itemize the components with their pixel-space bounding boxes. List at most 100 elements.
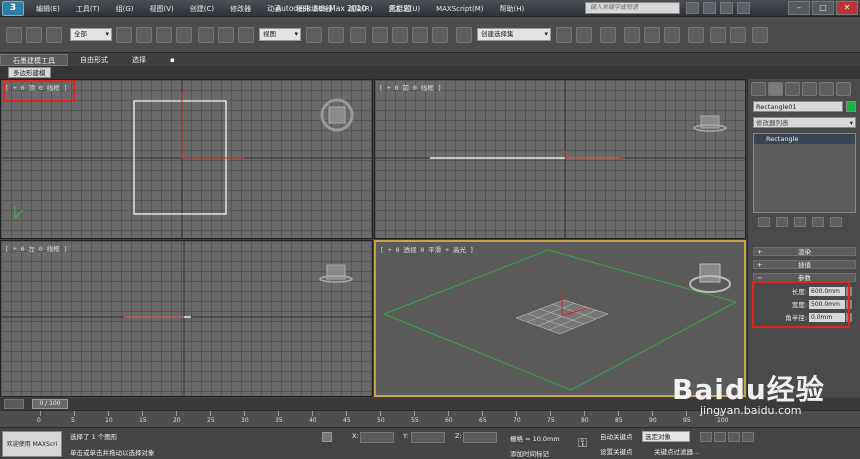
reference-coord-select[interactable]: 视图 xyxy=(259,28,301,41)
time-slider[interactable]: 0 / 100 xyxy=(32,399,68,409)
rect-selection-icon[interactable] xyxy=(156,27,172,43)
material-editor-icon[interactable] xyxy=(688,27,704,43)
tab-graphite-modeling[interactable]: 石墨建模工具 xyxy=(0,54,68,66)
minimize-icon[interactable]: – xyxy=(788,1,810,15)
add-time-tag-button[interactable]: 添加时间标记 xyxy=(510,448,549,458)
close-icon[interactable]: ✕ xyxy=(836,1,858,15)
configure-sets-icon[interactable] xyxy=(830,217,842,227)
curve-editor-icon[interactable] xyxy=(644,27,660,43)
menu-item-0[interactable]: 编辑(E) xyxy=(28,4,68,14)
select-by-name-icon[interactable] xyxy=(136,27,152,43)
selection-filter-select[interactable]: 全部 xyxy=(70,28,112,41)
key-icon[interactable]: ⚿ xyxy=(578,436,587,451)
maxscript-listener[interactable]: 欢迎使用 MAXScri xyxy=(2,431,62,457)
named-selection-select[interactable]: 创建选择集 xyxy=(477,28,551,41)
motion-tab-icon[interactable] xyxy=(802,82,817,96)
select-manipulate-icon[interactable] xyxy=(328,27,344,43)
z-coord-input[interactable] xyxy=(463,432,497,443)
show-end-result-icon[interactable] xyxy=(776,217,788,227)
star-icon[interactable] xyxy=(703,2,716,14)
modifier-stack: Rectangle xyxy=(753,133,856,213)
key-selection-select[interactable]: 选定对象 xyxy=(642,431,690,442)
ruler-tick-label: 90 xyxy=(649,417,657,424)
maximize-icon[interactable]: □ xyxy=(812,1,834,15)
layer-manager-icon[interactable] xyxy=(600,27,616,43)
viewport-top[interactable]: [ + 0 顶 0 线框 ] xyxy=(0,79,373,239)
command-panel: Rectangle01 修改器列表 Rectangle +渲染 +插值 −参数 … xyxy=(747,79,860,397)
ruler-tick xyxy=(380,411,381,416)
select-object-icon[interactable] xyxy=(116,27,132,43)
y-coord-input[interactable] xyxy=(411,432,445,443)
menu-item-3[interactable]: 视图(V) xyxy=(142,4,182,14)
viewport-left[interactable]: [ + 0 左 0 线框 ] xyxy=(0,240,373,397)
next-frame-icon[interactable] xyxy=(742,432,754,442)
remove-modifier-icon[interactable] xyxy=(812,217,824,227)
align-icon[interactable] xyxy=(576,27,592,43)
schematic-view-icon[interactable] xyxy=(664,27,680,43)
communication-icon[interactable] xyxy=(737,2,750,14)
menu-item-1[interactable]: 工具(T) xyxy=(68,4,108,14)
render-setup-icon[interactable] xyxy=(710,27,726,43)
mini-curve-editor-icon[interactable] xyxy=(4,399,24,409)
rollout-interpolation[interactable]: + 插值 xyxy=(753,260,856,269)
ribbon-options-icon[interactable]: ▪ xyxy=(158,54,187,66)
menu-item-5[interactable]: 修改器 xyxy=(222,4,259,14)
unlink-icon[interactable] xyxy=(46,27,62,43)
tab-polygon-modeling[interactable]: 多边形建模 xyxy=(8,67,51,78)
pin-stack-icon[interactable] xyxy=(758,217,770,227)
set-key-button[interactable]: 设置关键点 xyxy=(600,446,633,456)
modify-tab-icon[interactable] xyxy=(768,82,783,96)
object-color-swatch[interactable] xyxy=(846,101,856,112)
create-tab-icon[interactable] xyxy=(751,82,766,96)
menu-item-10[interactable]: MAXScript(M) xyxy=(428,5,491,13)
viewport-front[interactable]: [ + 0 前 0 线框 ] xyxy=(374,79,746,239)
rollout-rendering[interactable]: + 渲染 xyxy=(753,247,856,256)
menu-item-11[interactable]: 帮助(H) xyxy=(492,4,533,14)
x-coord-input[interactable] xyxy=(360,432,394,443)
search-icon[interactable] xyxy=(686,2,699,14)
go-start-icon[interactable] xyxy=(700,432,712,442)
ruler-tick xyxy=(176,411,177,416)
display-tab-icon[interactable] xyxy=(819,82,834,96)
viewport-left-label[interactable]: [ + 0 左 0 线框 ] xyxy=(5,243,68,253)
pivot-icon[interactable] xyxy=(306,27,322,43)
menu-item-4[interactable]: 创建(C) xyxy=(182,4,222,14)
keyboard-shortcut-icon[interactable] xyxy=(350,27,366,43)
object-name-field[interactable]: Rectangle01 xyxy=(753,101,843,112)
window-crossing-icon[interactable] xyxy=(176,27,192,43)
key-filters-button[interactable]: 关键点过滤器... xyxy=(654,446,699,456)
utilities-tab-icon[interactable] xyxy=(836,82,851,96)
modifier-list-select[interactable]: 修改器列表 xyxy=(753,117,856,128)
stack-item-rectangle[interactable]: Rectangle xyxy=(754,134,855,144)
viewport-front-label[interactable]: [ + 0 前 0 线框 ] xyxy=(379,82,442,92)
graphite-toggle-icon[interactable] xyxy=(624,27,640,43)
help-icon[interactable] xyxy=(720,2,733,14)
play-icon[interactable] xyxy=(728,432,740,442)
rotate-icon[interactable] xyxy=(218,27,234,43)
lock-selection-icon[interactable] xyxy=(322,432,332,442)
search-input[interactable]: 键入关键字或短语 xyxy=(585,2,680,14)
spinner-snap-icon[interactable] xyxy=(432,27,448,43)
edit-named-selection-icon[interactable] xyxy=(456,27,472,43)
tab-freeform[interactable]: 自由形式 xyxy=(68,54,120,66)
angle-snap-icon[interactable] xyxy=(392,27,408,43)
hierarchy-tab-icon[interactable] xyxy=(785,82,800,96)
make-unique-icon[interactable] xyxy=(794,217,806,227)
ruler-tick-label: 35 xyxy=(275,417,283,424)
ruler-tick xyxy=(108,411,109,416)
prev-frame-icon[interactable] xyxy=(714,432,726,442)
link-icon[interactable] xyxy=(26,27,42,43)
undo-icon[interactable] xyxy=(6,27,22,43)
rendered-frame-icon[interactable] xyxy=(730,27,746,43)
snap-icon[interactable] xyxy=(372,27,388,43)
mirror-icon[interactable] xyxy=(556,27,572,43)
move-icon[interactable] xyxy=(198,27,214,43)
tab-selection[interactable]: 选择 xyxy=(120,54,158,66)
auto-key-button[interactable]: 自动关键点 xyxy=(600,431,633,441)
percent-snap-icon[interactable] xyxy=(412,27,428,43)
viewport-perspective-label[interactable]: [ + 0 透视 0 平滑 + 高光 ] xyxy=(380,244,474,254)
menu-item-2[interactable]: 组(G) xyxy=(108,4,142,14)
scale-icon[interactable] xyxy=(238,27,254,43)
app-logo-icon[interactable]: 3 xyxy=(2,1,24,16)
render-production-icon[interactable] xyxy=(752,27,768,43)
